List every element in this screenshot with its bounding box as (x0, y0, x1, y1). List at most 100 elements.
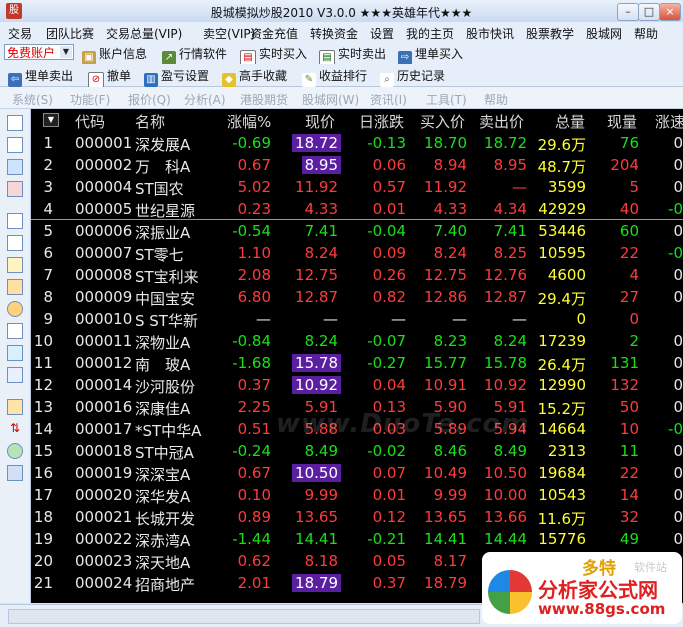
table-row[interactable]: 4 000005 世纪星源 0.23 4.33 0.01 4.33 4.34 42929 40 -0 (31, 198, 683, 220)
calendar-icon[interactable] (7, 279, 23, 295)
func-analysis[interactable]: 分析(A) (184, 91, 226, 108)
func-function[interactable]: 功能(F) (70, 91, 110, 108)
func-system[interactable]: 系统(S) (12, 91, 53, 108)
export-icon[interactable] (7, 465, 23, 481)
header-speed[interactable]: 涨速 (655, 111, 683, 132)
account-info-button[interactable]: ▣ 账户信息 (82, 45, 147, 65)
cell-delta: 0.09 (372, 244, 406, 262)
menu-item-settings[interactable]: 设置 (370, 25, 394, 42)
line-chart-icon[interactable] (7, 159, 23, 175)
header-day-change[interactable]: 日涨跌 (359, 111, 404, 132)
minimize-button[interactable]: – (617, 3, 639, 21)
table-row[interactable]: 16 000019 深深宝A 0.67 10.50 0.07 10.49 10.50 19684… (31, 462, 683, 484)
table-row[interactable]: 6 000007 ST零七 1.10 8.24 0.09 8.24 8.25 10595 22 -0 (31, 242, 683, 264)
document-icon[interactable] (7, 257, 23, 273)
function-icon[interactable] (7, 323, 23, 339)
menu-item-convert[interactable]: 转换资金 (310, 25, 358, 42)
menu-item-website[interactable]: 股城网 (586, 25, 622, 42)
cell-ask: 4.34 (493, 200, 527, 218)
cell-cur: 14 (619, 486, 639, 504)
func-quote[interactable]: 报价(Q) (128, 91, 171, 108)
func-help[interactable]: 帮助 (484, 91, 508, 108)
sort-icon[interactable]: ⇅ (7, 421, 23, 437)
table-row[interactable]: 18 000021 长城开发 0.89 13.65 0.12 13.65 13.66 11.6万… (31, 506, 683, 528)
table-icon[interactable] (7, 137, 23, 153)
table-row[interactable]: 15 000018 ST中冠A -0.24 8.49 -0.02 8.46 8.49 2313 1… (31, 440, 683, 462)
header-code[interactable]: 代码 (75, 111, 105, 132)
cell-delta: 0.07 (372, 464, 406, 482)
table-row[interactable]: 10 000011 深物业A -0.84 8.24 -0.07 8.23 8.24 17239 2… (31, 330, 683, 352)
menu-item-news[interactable]: 股市快讯 (466, 25, 514, 42)
users-icon[interactable] (7, 301, 23, 317)
header-name[interactable]: 名称 (135, 111, 165, 132)
cell-n: 10 (33, 332, 53, 350)
table-row[interactable]: 9 000010 S ST华新 — — — — — 0 0 (31, 308, 683, 330)
menu-item-home[interactable]: 我的主页 (406, 25, 454, 42)
cell-spd: -0 (668, 420, 683, 438)
table-row[interactable]: 17 000020 深华发A 0.10 9.99 0.01 9.99 10.00 10543 14… (31, 484, 683, 506)
header-price[interactable]: 现价 (305, 111, 335, 132)
func-info[interactable]: 资讯(I) (370, 91, 407, 108)
table-row[interactable]: 8 000009 中国宝安 6.80 12.87 0.82 12.86 12.87 29.4万 2… (31, 286, 683, 308)
sort-menu-button[interactable]: ▼ (43, 113, 59, 127)
func-hk-futures[interactable]: 港股期货 (240, 91, 288, 108)
cell-spd: 0 (673, 222, 683, 240)
cell-cur: 60 (619, 222, 639, 240)
header-current-vol[interactable]: 现量 (607, 111, 637, 132)
menu-item-team[interactable]: 团队比赛 (46, 25, 94, 42)
grid-icon[interactable] (7, 213, 23, 229)
cell-cur: 10 (619, 420, 639, 438)
table-row[interactable]: 3 000004 ST国农 5.02 11.92 0.57 11.92 — 3599 5 0 (31, 176, 683, 198)
table-row[interactable]: 11 000012 南 玻A -1.68 15.78 -0.27 15.77 15.78 26.… (31, 352, 683, 374)
header-change-pct[interactable]: 涨幅% (227, 111, 271, 132)
profit-loss-button[interactable]: ▥ 盈亏设置 (144, 67, 209, 87)
menu-item-teaching[interactable]: 股票教学 (526, 25, 574, 42)
table-row[interactable]: 12 000014 沙河股份 0.37 10.92 0.04 10.91 10.92 12990… (31, 374, 683, 396)
cell-code: 000014 (75, 376, 133, 394)
table-row[interactable]: 2 000002 万 科A 0.67 8.95 0.06 8.94 8.95 48.7万 204 0 (31, 154, 683, 176)
realtime-buy-button[interactable]: ▤ 实时买入 (240, 45, 307, 66)
refresh-icon[interactable] (7, 443, 23, 459)
cell-vol: 0 (576, 310, 586, 328)
list-icon[interactable] (7, 235, 23, 251)
quote-software-button[interactable]: ↗ 行情软件 (162, 45, 227, 65)
search-icon[interactable] (7, 345, 23, 361)
close-button[interactable]: × (659, 3, 681, 21)
pending-buy-button[interactable]: ⇨ 埋单买入 (398, 45, 463, 65)
menu-item-help[interactable]: 帮助 (634, 25, 658, 42)
cell-bid: 4.33 (433, 200, 467, 218)
cell-name: 万 科A (135, 158, 191, 176)
window-title: 股城模拟炒股2010 V3.0.0 ★★★英雄年代★★★ (210, 6, 473, 20)
table-row[interactable]: 7 000008 ST宝利来 2.08 12.75 0.26 12.75 12.76 4600 4… (31, 264, 683, 286)
table-row[interactable]: 19 000022 深赤湾A -1.44 14.41 -0.21 14.41 14.44 157… (31, 528, 683, 550)
candle-icon[interactable] (7, 181, 23, 197)
history-button[interactable]: ⌕ 历史记录 (380, 67, 445, 87)
func-website[interactable]: 股城网(W) (302, 91, 359, 108)
folder-icon[interactable] (7, 399, 23, 415)
cell-vol: 3599 (547, 178, 586, 196)
expert-favorites-button[interactable]: ◆ 高手收藏 (222, 67, 287, 87)
cell-price: 18.79 (292, 574, 341, 592)
account-select[interactable]: 免费账户 ▼ (4, 44, 74, 60)
menu-item-short[interactable]: 卖空(VIP) (203, 25, 255, 42)
realtime-sell-button[interactable]: ▤ 实时卖出 (319, 45, 386, 66)
pending-sell-button[interactable]: ⇦ 埋单卖出 (8, 67, 73, 87)
horizontal-scrollbar[interactable] (8, 609, 480, 624)
cell-price: 13.65 (295, 508, 338, 526)
earnings-rank-button[interactable]: ✎ 收益排行 (302, 67, 367, 87)
eit-icon[interactable] (7, 367, 23, 383)
menu-item-trade[interactable]: 交易 (8, 25, 32, 42)
func-tools[interactable]: 工具(T) (426, 91, 467, 108)
quote-list-icon[interactable] (7, 115, 23, 131)
cell-cur: 49 (619, 530, 639, 548)
cell-price: 14.41 (295, 530, 338, 548)
maximize-button[interactable]: □ (638, 3, 660, 21)
table-row[interactable]: 5 000006 深振业A -0.54 7.41 -0.04 7.40 7.41 53446 60… (31, 220, 683, 242)
menu-item-volume[interactable]: 交易总量(VIP) (106, 25, 182, 42)
cancel-order-button[interactable]: ⊘ 撤单 (88, 67, 131, 88)
header-ask[interactable]: 卖出价 (479, 111, 524, 132)
header-bid[interactable]: 买入价 (420, 111, 465, 132)
menu-item-recharge[interactable]: 资金充值 (250, 25, 298, 42)
table-row[interactable]: 1 000001 深发展A -0.69 18.72 -0.13 18.70 18.72 29.6… (31, 132, 683, 154)
header-volume[interactable]: 总量 (555, 111, 585, 132)
